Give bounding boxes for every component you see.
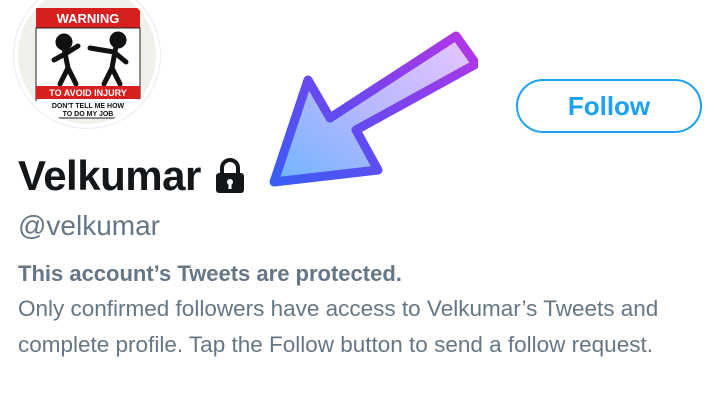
avatar-image: WARNING TO AVOID INJURY DON'T TELL ME HO… xyxy=(18,0,156,124)
user-handle: @velkumar xyxy=(18,210,161,241)
avatar-injury-text: TO AVOID INJURY xyxy=(49,88,127,98)
avatar-warning-text: WARNING xyxy=(57,11,120,26)
avatar-line2-text: DON'T TELL ME HOW xyxy=(52,103,125,110)
protected-title: This account’s Tweets are protected. xyxy=(18,261,402,286)
avatar[interactable]: WARNING TO AVOID INJURY DON'T TELL ME HO… xyxy=(18,0,156,124)
avatar-line3-text: TO DO MY JOB xyxy=(63,111,114,118)
protected-description: Only confirmed followers have access to … xyxy=(18,296,659,357)
follow-button[interactable]: Follow xyxy=(516,79,702,133)
lock-icon xyxy=(215,158,244,193)
display-name: Velkumar xyxy=(18,152,201,199)
name-row: Velkumar xyxy=(18,152,247,200)
arrow-icon xyxy=(269,31,478,187)
